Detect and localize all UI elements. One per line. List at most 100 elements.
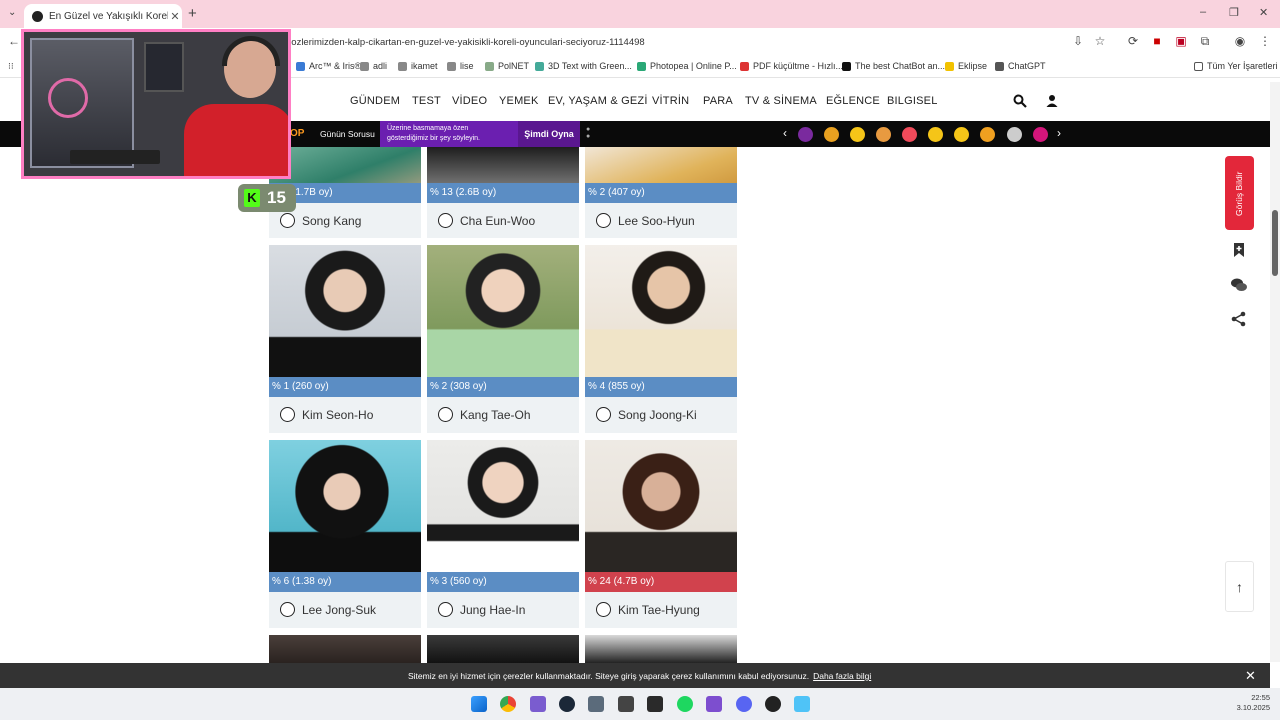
settings-app-icon[interactable] (794, 696, 810, 712)
emoji-sad-icon[interactable] (928, 127, 943, 142)
emoji-love-icon[interactable] (902, 127, 917, 142)
radio-button[interactable] (438, 213, 453, 228)
bookmark-item[interactable]: lise (447, 61, 474, 71)
vote-option[interactable]: Jung Hae-In (427, 592, 579, 627)
radio-button[interactable] (280, 602, 295, 617)
vote-option[interactable]: Song Joong-Ki (585, 397, 737, 432)
start-icon[interactable] (471, 696, 487, 712)
vote-option[interactable]: Lee Soo-Hyun (585, 203, 737, 238)
search-icon[interactable] (1013, 94, 1027, 108)
emoji-glasses-icon[interactable] (850, 127, 865, 142)
user-icon[interactable] (1045, 94, 1059, 108)
nav-test[interactable]: TEST (412, 95, 441, 107)
browser-tab-active[interactable]: En Güzel ve Yakışıklı Koreli Oyu ✕ (24, 4, 182, 28)
vote-option[interactable]: Lee Jong-Suk (269, 592, 421, 627)
browser-menu-icon[interactable]: ⋮ (1259, 35, 1271, 47)
nav-yemek[interactable]: YEMEK (499, 95, 539, 107)
profile-icon[interactable]: ◉ (1234, 35, 1246, 47)
radio-button[interactable] (438, 407, 453, 422)
nav-tv-sinema[interactable]: TV & SİNEMA (745, 95, 817, 107)
address-bar[interactable]: gozlerimizden-kalp-cikartan-en-guzel-ve-… (286, 37, 645, 48)
comments-icon[interactable] (1230, 276, 1248, 294)
extensions-icon[interactable]: ⧉ (1199, 35, 1211, 47)
tab-close-icon[interactable]: ✕ (168, 10, 182, 23)
bookmark-item[interactable]: ikamet (398, 61, 438, 71)
obs-studio-icon[interactable] (765, 696, 781, 712)
emoji-pop-icon[interactable] (798, 127, 813, 142)
carousel-prev-icon[interactable]: ‹ (783, 126, 787, 140)
spotify-icon[interactable] (677, 696, 693, 712)
actor-card[interactable]: % 6 (1.38 oy) Lee Jong-Suk (269, 440, 421, 628)
play-now-button[interactable]: Şimdi Oyna (518, 121, 580, 147)
all-bookmarks-folder[interactable]: Tüm Yer İşaretleri (1194, 61, 1278, 71)
carousel-next-icon[interactable]: › (1057, 126, 1061, 140)
scrollbar[interactable] (1270, 82, 1280, 662)
cookie-more-info-link[interactable]: Daha fazla bilgi (813, 671, 871, 681)
daily-question-text[interactable]: Üzerine basmamaya özen gösterdiğimiz bir… (380, 121, 518, 147)
restore-icon[interactable]: ❐ (1229, 6, 1239, 19)
actor-card[interactable]: % 3 (560 oy) Jung Hae-In (427, 440, 579, 628)
nav-eglence[interactable]: EĞLENCE (826, 95, 880, 107)
feedback-button[interactable]: Görüş Bildir (1225, 156, 1254, 230)
actor-card[interactable]: % 24 (4.7B oy) Kim Tae-Hyung (585, 440, 737, 628)
back-icon[interactable]: ← (8, 35, 20, 47)
emoji-wow-icon[interactable] (980, 127, 995, 142)
nav-vitrin[interactable]: VİTRİN (652, 95, 689, 107)
cookie-close-icon[interactable]: ✕ (1245, 668, 1256, 684)
actor-card[interactable]: % 4 (855 oy) Song Joong-Ki (585, 245, 737, 433)
radio-button[interactable] (596, 213, 611, 228)
actor-card[interactable]: % 2 (308 oy) Kang Tae-Oh (427, 245, 579, 433)
system-clock[interactable]: 22:55 3.10.2025 (1226, 693, 1270, 713)
calculator-icon[interactable] (588, 696, 604, 712)
chrome-icon[interactable] (500, 696, 516, 712)
new-tab-button[interactable]: + (188, 5, 197, 22)
bookmark-item[interactable]: The best ChatBot an... (842, 61, 945, 71)
radio-button[interactable] (438, 602, 453, 617)
bookmark-item[interactable]: PDF küçültme - Hızlı... (740, 61, 843, 71)
vote-option[interactable]: Kim Tae-Hyung (585, 592, 737, 627)
obs-app-icon[interactable] (706, 696, 722, 712)
emoji-smile-icon[interactable] (954, 127, 969, 142)
bookmark-item[interactable]: Eklipse (945, 61, 987, 71)
nav-video[interactable]: VİDEO (452, 95, 487, 107)
radio-button[interactable] (280, 407, 295, 422)
discord-icon[interactable] (736, 696, 752, 712)
minimize-icon[interactable]: – (1200, 6, 1206, 18)
bookmark-item[interactable]: Arc™ & Iris®... (296, 61, 369, 71)
bookmark-item[interactable]: 3D Text with Green... (535, 61, 632, 71)
nav-bilgisel[interactable]: BILGISEL (887, 95, 938, 107)
bookmark-item[interactable]: PolNET (485, 61, 529, 71)
actor-card[interactable]: % 13 (2.6B oy) Cha Eun-Woo (427, 147, 579, 238)
nav-ev-yasam-gezi[interactable]: EV, YAŞAM & GEZİ (548, 95, 648, 107)
install-app-icon[interactable]: ⇩ (1072, 35, 1084, 47)
window-close-icon[interactable]: ✕ (1259, 6, 1268, 19)
apps-grid-icon[interactable]: ⁝⁝ (8, 61, 14, 72)
vote-option[interactable]: Kang Tae-Oh (427, 397, 579, 432)
bookmark-add-icon[interactable] (1230, 241, 1248, 259)
radio-button[interactable] (596, 407, 611, 422)
tab-list-chevron-icon[interactable]: ⌄ (8, 7, 16, 18)
nav-gundem[interactable]: GÜNDEM (350, 95, 400, 107)
bookmark-item[interactable]: ChatGPT (995, 61, 1046, 71)
emoji-badge-pink-icon[interactable] (1033, 127, 1048, 142)
emoji-badge-icon[interactable] (824, 127, 839, 142)
terminal-icon[interactable] (647, 696, 663, 712)
radio-button[interactable] (596, 602, 611, 617)
snipping-tool-icon[interactable] (530, 696, 546, 712)
bookmark-item[interactable]: Photopea | Online P... (637, 61, 737, 71)
steam-icon[interactable] (559, 696, 575, 712)
vote-option[interactable]: Kim Seon-Ho (269, 397, 421, 432)
bookmark-item[interactable]: adli (360, 61, 387, 71)
actor-card[interactable]: % 2 (407 oy) Lee Soo-Hyun (585, 147, 737, 238)
bookmark-star-icon[interactable]: ☆ (1094, 35, 1106, 47)
nav-para[interactable]: PARA (703, 95, 733, 107)
scrollbar-thumb[interactable] (1272, 210, 1278, 276)
emoji-openai-icon[interactable] (1007, 127, 1022, 142)
back-to-top-button[interactable]: ↑ (1225, 561, 1254, 612)
radio-button[interactable] (280, 213, 295, 228)
more-dots-icon[interactable]: ● ● (586, 126, 592, 140)
emoji-face-icon[interactable] (876, 127, 891, 142)
toolbox-extension-icon[interactable]: ▣ (1175, 35, 1187, 47)
actor-card[interactable]: % 1 (260 oy) Kim Seon-Ho (269, 245, 421, 433)
pdf-extension-icon[interactable]: ■ (1151, 35, 1163, 47)
